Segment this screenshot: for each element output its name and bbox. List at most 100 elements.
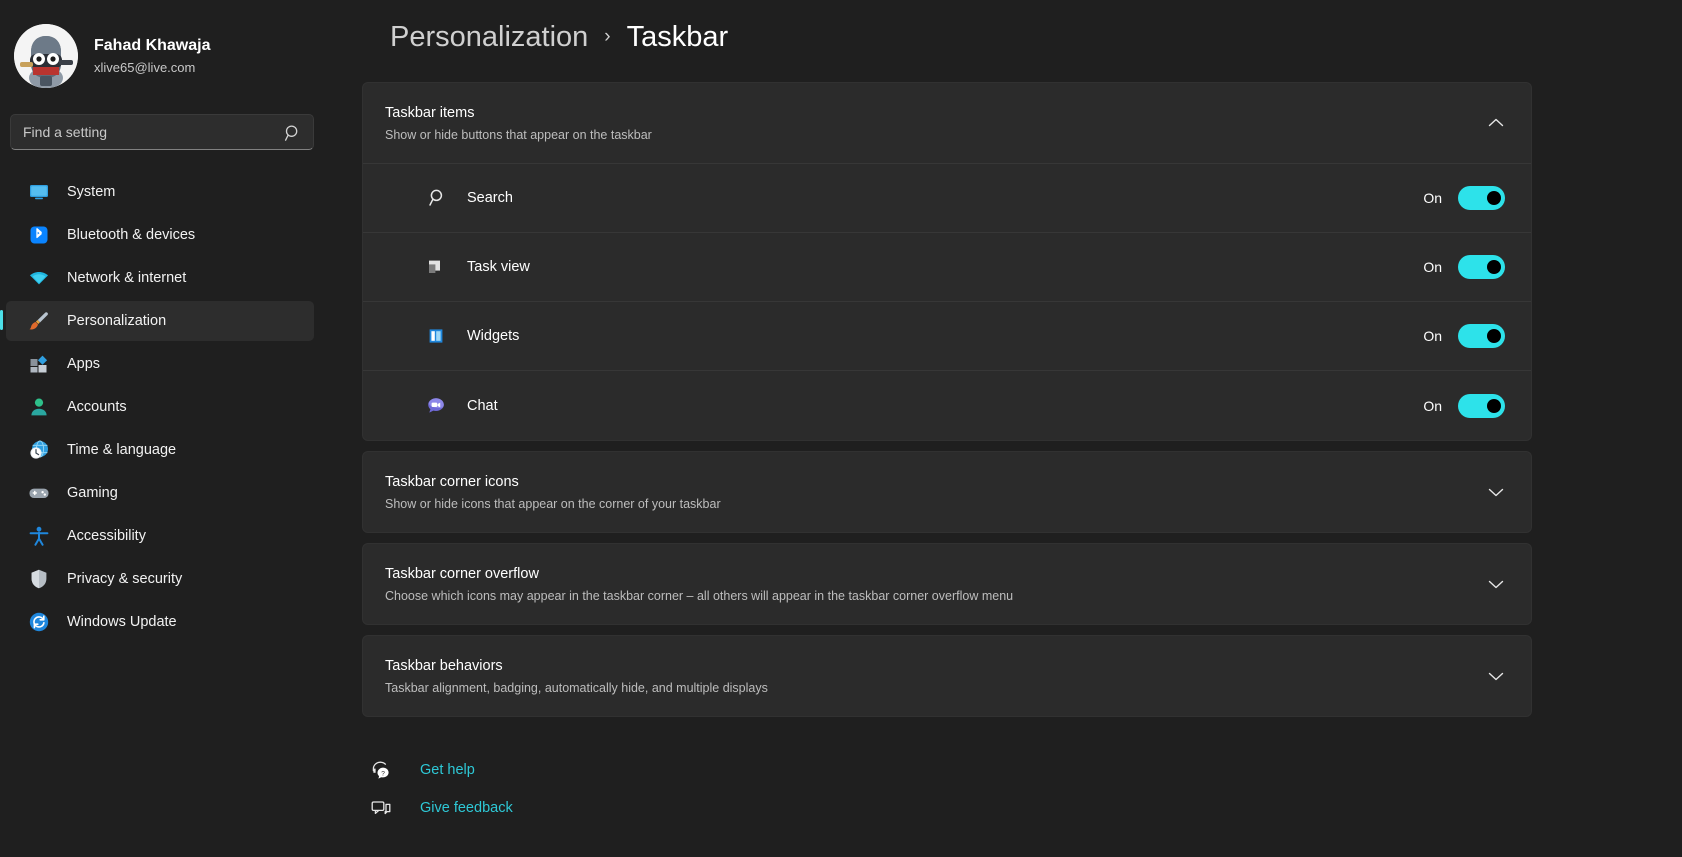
row-widgets[interactable]: Widgets On — [363, 302, 1531, 371]
row-chat[interactable]: Chat On — [363, 371, 1531, 440]
avatar — [14, 24, 78, 88]
sidebar-item-system[interactable]: System — [6, 172, 314, 212]
task-view-icon — [425, 256, 447, 278]
search-glass-icon — [425, 187, 447, 209]
chat-teams-icon — [425, 395, 447, 417]
sidebar-item-label: Apps — [67, 356, 100, 372]
breadcrumb: Personalization › Taskbar — [362, 14, 1682, 60]
card-title: Taskbar items — [385, 103, 1483, 123]
toggle-chat[interactable] — [1458, 394, 1505, 418]
clock-globe-icon — [28, 439, 50, 461]
card-taskbar-items: Taskbar items Show or hide buttons that … — [362, 82, 1532, 441]
card-subtitle: Choose which icons may appear in the tas… — [385, 587, 1483, 605]
gamepad-icon — [28, 482, 50, 504]
sidebar-item-accessibility[interactable]: Accessibility — [6, 516, 314, 556]
sidebar-item-accounts[interactable]: Accounts — [6, 387, 314, 427]
sidebar-item-gaming[interactable]: Gaming — [6, 473, 314, 513]
settings-cards: Taskbar items Show or hide buttons that … — [362, 82, 1682, 827]
card-title: Taskbar behaviors — [385, 656, 1483, 676]
card-title: Taskbar corner overflow — [385, 564, 1483, 584]
toggle-widgets[interactable] — [1458, 324, 1505, 348]
widgets-icon — [425, 325, 447, 347]
search-container — [0, 92, 330, 150]
sidebar-item-apps[interactable]: Apps — [6, 344, 314, 384]
footer-link-label: Get help — [420, 762, 475, 778]
card-header-taskbar-corner-icons[interactable]: Taskbar corner icons Show or hide icons … — [363, 452, 1531, 532]
search-icon[interactable] — [284, 124, 302, 142]
help-headset-icon: ? — [370, 759, 392, 781]
give-feedback-link[interactable]: Give feedback — [362, 789, 1532, 827]
content-pane: Personalization › Taskbar Taskbar items … — [330, 0, 1682, 857]
sidebar-item-network-internet[interactable]: Network & internet — [6, 258, 314, 298]
row-label: Task view — [467, 259, 1423, 275]
card-taskbar-corner-icons: Taskbar corner icons Show or hide icons … — [362, 451, 1532, 533]
card-header-taskbar-items[interactable]: Taskbar items Show or hide buttons that … — [363, 83, 1531, 163]
sidebar-item-bluetooth-devices[interactable]: Bluetooth & devices — [6, 215, 314, 255]
paintbrush-icon — [28, 310, 50, 332]
breadcrumb-parent-link[interactable]: Personalization — [390, 21, 588, 54]
card-taskbar-behaviors: Taskbar behaviors Taskbar alignment, bad… — [362, 635, 1532, 717]
card-header-taskbar-corner-overflow[interactable]: Taskbar corner overflow Choose which ico… — [363, 544, 1531, 624]
row-label: Search — [467, 190, 1423, 206]
sidebar-item-label: Gaming — [67, 485, 118, 501]
settings-window: Fahad Khawaja xlive65@live.com — [0, 0, 1682, 857]
toggle-task-view[interactable] — [1458, 255, 1505, 279]
search-input[interactable] — [11, 115, 313, 149]
sidebar-item-label: Accounts — [67, 399, 127, 415]
row-label: Chat — [467, 398, 1423, 414]
profile-email: xlive65@live.com — [94, 59, 210, 77]
get-help-link[interactable]: ? Get help — [362, 751, 1532, 789]
sidebar-item-label: Privacy & security — [67, 571, 182, 587]
footer-links: ? Get help Give feedback — [362, 751, 1532, 827]
system-monitor-icon — [28, 181, 50, 203]
row-state-text: On — [1423, 190, 1442, 206]
sidebar-item-windows-update[interactable]: Windows Update — [6, 602, 314, 642]
row-state-text: On — [1423, 328, 1442, 344]
wifi-icon — [28, 267, 50, 289]
chevron-down-icon[interactable] — [1483, 571, 1509, 597]
profile-name: Fahad Khawaja — [94, 36, 210, 56]
chevron-up-icon[interactable] — [1483, 110, 1509, 136]
row-task-view[interactable]: Task view On — [363, 233, 1531, 302]
shield-icon — [28, 568, 50, 590]
sidebar-item-label: Personalization — [67, 313, 166, 329]
sidebar-item-personalization[interactable]: Personalization — [6, 301, 314, 341]
update-refresh-icon — [28, 611, 50, 633]
sidebar-item-privacy-security[interactable]: Privacy & security — [6, 559, 314, 599]
card-taskbar-corner-overflow: Taskbar corner overflow Choose which ico… — [362, 543, 1532, 625]
accessibility-person-icon — [28, 525, 50, 547]
sidebar-item-label: Network & internet — [67, 270, 186, 286]
card-header-text: Taskbar behaviors Taskbar alignment, bad… — [385, 656, 1483, 697]
card-subtitle: Taskbar alignment, badging, automaticall… — [385, 679, 1483, 697]
row-state-text: On — [1423, 398, 1442, 414]
card-title: Taskbar corner icons — [385, 472, 1483, 492]
row-state-text: On — [1423, 259, 1442, 275]
sidebar-item-label: Accessibility — [67, 528, 146, 544]
sidebar-nav: System Bluetooth & devices — [0, 172, 330, 642]
profile-text: Fahad Khawaja xlive65@live.com — [94, 36, 210, 77]
card-header-taskbar-behaviors[interactable]: Taskbar behaviors Taskbar alignment, bad… — [363, 636, 1531, 716]
person-icon — [28, 396, 50, 418]
sidebar-item-label: System — [67, 184, 115, 200]
chevron-down-icon[interactable] — [1483, 663, 1509, 689]
footer-link-label: Give feedback — [420, 800, 513, 816]
sidebar-item-label: Time & language — [67, 442, 176, 458]
chevron-right-icon: › — [604, 26, 610, 48]
card-subtitle: Show or hide icons that appear on the co… — [385, 495, 1483, 513]
sidebar-item-label: Bluetooth & devices — [67, 227, 195, 243]
toggle-search[interactable] — [1458, 186, 1505, 210]
taskbar-items-rows: Search On Task view On — [363, 163, 1531, 440]
row-search[interactable]: Search On — [363, 164, 1531, 233]
apps-blocks-icon — [28, 353, 50, 375]
card-header-text: Taskbar items Show or hide buttons that … — [385, 103, 1483, 144]
chevron-down-icon[interactable] — [1483, 479, 1509, 505]
card-header-text: Taskbar corner icons Show or hide icons … — [385, 472, 1483, 513]
user-profile[interactable]: Fahad Khawaja xlive65@live.com — [0, 12, 330, 92]
search-box[interactable] — [10, 114, 314, 150]
sidebar-item-label: Windows Update — [67, 614, 177, 630]
sidebar: Fahad Khawaja xlive65@live.com — [0, 0, 330, 857]
card-header-text: Taskbar corner overflow Choose which ico… — [385, 564, 1483, 605]
sidebar-item-time-language[interactable]: Time & language — [6, 430, 314, 470]
page-title: Taskbar — [627, 21, 729, 54]
feedback-icon — [370, 797, 392, 819]
